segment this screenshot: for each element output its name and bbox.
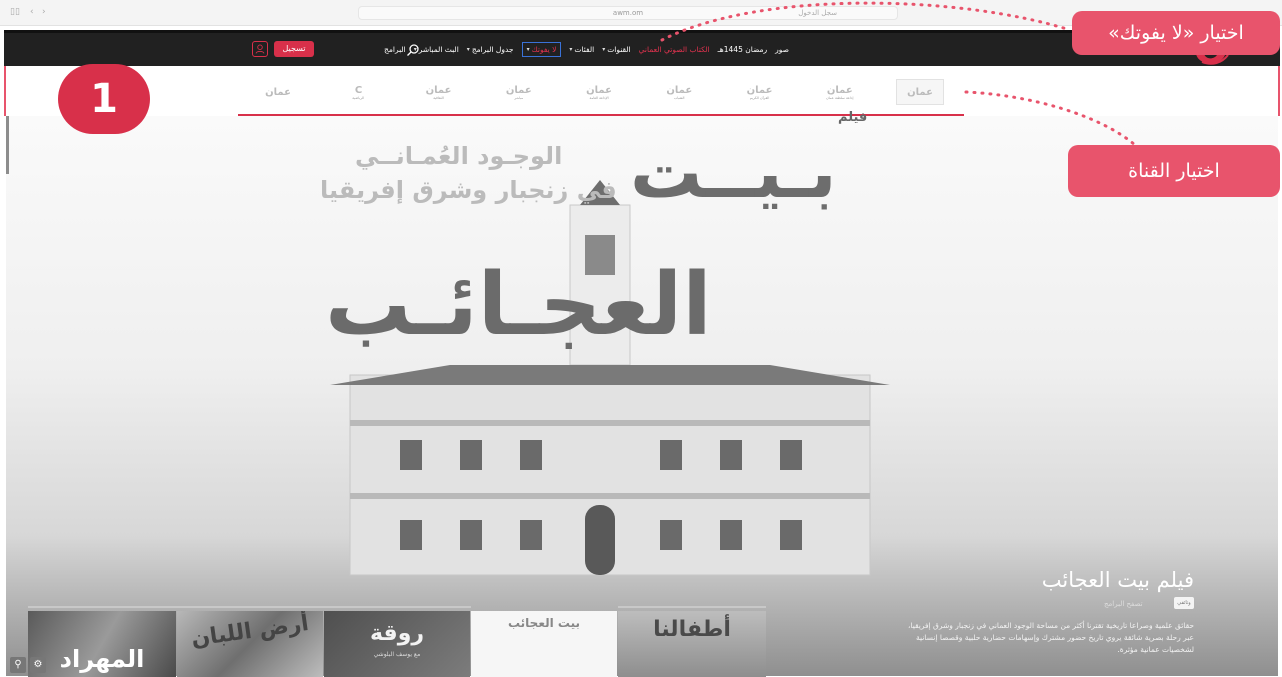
channel-name: عمان xyxy=(265,86,291,98)
nav-item-label: الفئات xyxy=(574,45,595,54)
carousel-card-title: روقة xyxy=(369,621,425,646)
callout-dont-miss: اختيار «لا يفوتك» xyxy=(1072,11,1280,55)
address-bar[interactable]: awm.om سجل الدخول xyxy=(358,6,898,20)
address-secondary-text: سجل الدخول xyxy=(798,9,837,17)
channel-logo-7[interactable]: عمان إذاعة سلطنة عمان xyxy=(816,79,864,105)
hero-title-line-2: العجـائـب xyxy=(325,255,712,355)
chevron-down-icon: ▾ xyxy=(526,46,530,53)
channel-name: عمان xyxy=(666,84,693,96)
hero-film-tag: فيلم xyxy=(838,110,868,125)
forward-icon[interactable]: › xyxy=(42,7,46,17)
nav-item-label: الكتاب الصوتي العماني xyxy=(638,45,710,54)
carousel-card-title: المهراد xyxy=(59,645,145,673)
carousel-card-1[interactable]: أرض اللبان xyxy=(177,611,323,677)
channel-logo-5[interactable]: عمان الشباب xyxy=(655,79,703,105)
program-description: حقائق علمية وصراعا تاريخية تقترنا أكثر م… xyxy=(907,621,1194,654)
nav-item-5[interactable]: القنوات ▾ xyxy=(602,45,630,54)
search-icon[interactable] xyxy=(406,43,420,57)
genre-badge[interactable]: وثائقي xyxy=(1174,597,1194,609)
nav-item-label: البرامج xyxy=(384,45,406,54)
carousel-progress-track-secondary xyxy=(618,606,766,608)
channel-name: عمان xyxy=(425,84,452,96)
channel-logo-6[interactable]: عمان القرآن الكريم xyxy=(736,79,784,105)
hero-title-line-1: بـيــت xyxy=(630,130,837,214)
channel-sub: الإذاعة العامة xyxy=(589,95,609,100)
carousel-card-title: أرض اللبان xyxy=(189,611,311,653)
hero-subtitle-line-2: في زنجبار وشرق إفريقيا xyxy=(320,176,617,204)
channel-sub: الثقافية xyxy=(433,95,444,100)
user-icon[interactable] xyxy=(252,41,268,57)
nav-item-2[interactable]: جدول البرامج ▾ xyxy=(467,45,514,54)
chevron-down-icon: ▾ xyxy=(466,46,470,53)
channel-logo-0[interactable]: عمان xyxy=(254,79,302,105)
carousel-card-0[interactable]: المهراد xyxy=(28,611,176,677)
nav-item-label: القنوات xyxy=(607,45,631,54)
back-icon[interactable]: ‹ xyxy=(30,7,34,17)
channel-name: عمان xyxy=(505,84,532,96)
nav-item-label: صور xyxy=(775,45,790,54)
channel-sub: مباشر xyxy=(514,95,524,100)
register-button[interactable]: تسجيل xyxy=(274,41,314,57)
channel-logo-4[interactable]: عمان الإذاعة العامة xyxy=(575,79,623,105)
channel-sub: الرياضية xyxy=(352,95,365,100)
channel-name: عمان xyxy=(907,86,933,98)
carousel-card-4[interactable]: أطفالنا xyxy=(618,611,766,677)
browse-programs-link[interactable]: تصفح البرامج xyxy=(1104,600,1143,608)
carousel-card-subtitle: مع يوسف البلوشي xyxy=(373,651,421,658)
chevron-down-icon: ▾ xyxy=(569,46,573,53)
channel-name: عمان xyxy=(826,84,853,96)
channel-name: عمان xyxy=(746,84,773,96)
carousel-card-title: بيت العجائب xyxy=(507,616,581,630)
channel-name: عمان xyxy=(586,84,612,96)
chevron-down-icon: ▾ xyxy=(602,46,606,53)
carousel-card-2[interactable]: روقة مع يوسف البلوشي xyxy=(324,611,470,677)
hero-subtitle-line-1: الوجـود العُمـانــي xyxy=(355,142,563,170)
channel-sub: القرآن الكريم xyxy=(749,95,770,100)
channel-sub: إذاعة سلطنة عمان xyxy=(826,95,854,100)
nav-item-0[interactable]: البرامج xyxy=(384,45,406,54)
hero-building-image xyxy=(330,180,890,576)
channel-logo-3[interactable]: عمان مباشر xyxy=(495,79,543,105)
url-text: awm.om xyxy=(612,9,644,17)
step-number-badge: 1 xyxy=(58,64,150,134)
nav-item-1[interactable]: البث المباشر ▾ xyxy=(414,45,459,54)
channel-logo-2[interactable]: عمان الثقافية xyxy=(415,79,463,105)
nav-item-7[interactable]: رمضان 1445هـ xyxy=(718,45,768,54)
channel-sub: الشباب xyxy=(673,95,685,100)
nav-item-3[interactable]: لا يفوتك ▾ xyxy=(521,42,562,57)
main-nav: البرامج البث المباشر ▾ جدول البرامج ▾ لا يفوت… xyxy=(384,42,1162,57)
nav-item-4[interactable]: الفئات ▾ xyxy=(569,45,594,54)
channel-logo-1[interactable]: C الرياضية xyxy=(334,79,382,105)
program-title[interactable]: فيلم بيت العجائب xyxy=(1042,568,1194,592)
nav-item-6[interactable]: الكتاب الصوتي العماني xyxy=(639,45,710,54)
carousel-card-3[interactable]: بيت العجائب xyxy=(471,611,617,677)
page-scrollbar[interactable] xyxy=(6,116,9,174)
program-carousel: المهراد أرض اللبان روقة مع يوسف البلوشي بيت … xyxy=(28,606,768,677)
channel-list: عمان C الرياضية عمان الثقافية عمان مباشر عمان ال… xyxy=(254,78,944,106)
channel-name: C xyxy=(354,84,362,96)
sidebar-toggle-icon[interactable]: ▯▯ xyxy=(10,7,20,17)
settings-icon[interactable]: ⚙ xyxy=(30,657,46,673)
nav-item-label: لا يفوتك xyxy=(531,45,557,54)
callout-channel: اختيار القناة xyxy=(1068,145,1280,197)
nav-item-label: البث المباشر xyxy=(418,45,459,54)
page: ▯▯ ‹ › awm.om سجل الدخول البرامج البث الم… xyxy=(0,0,1282,677)
nav-item-label: جدول البرامج xyxy=(471,45,514,54)
nav-item-8[interactable]: صور xyxy=(775,45,789,54)
carousel-card-title: أطفالنا xyxy=(653,617,731,642)
carousel-progress-track xyxy=(28,606,471,608)
channel-logo-8[interactable]: عمان xyxy=(896,79,944,105)
quality-icon[interactable]: ⚲ xyxy=(10,657,26,673)
nav-item-label: رمضان 1445هـ xyxy=(717,45,768,54)
